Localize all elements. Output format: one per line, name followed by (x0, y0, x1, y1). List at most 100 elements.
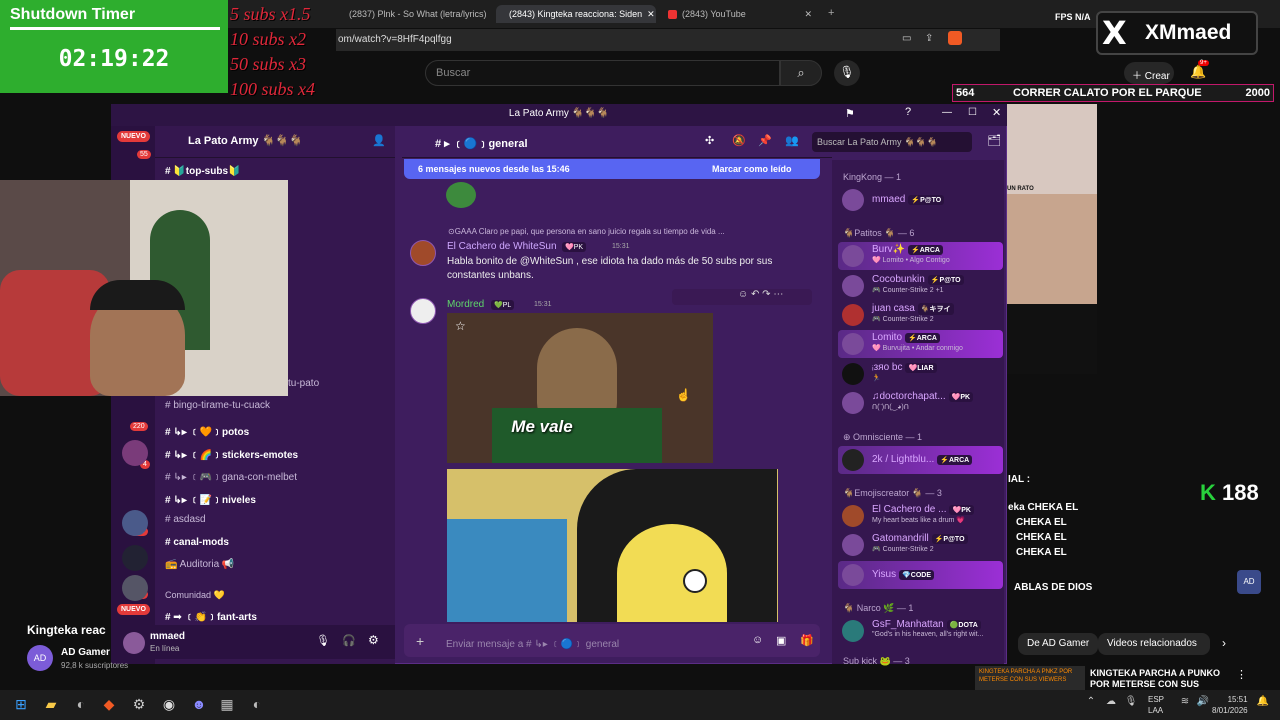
avatar[interactable] (123, 632, 145, 654)
member-row[interactable]: 2k / Lightblu... ⚡ARCA (838, 446, 1003, 474)
channel-niveles[interactable]: # ↳▸ ﹝📝﹞niveles (165, 491, 256, 506)
gif-icon[interactable]: ☺ (752, 634, 763, 646)
member-row[interactable]: juan casa 🐐キヲイ 🎮 Counter-Strike 2 (838, 301, 1003, 329)
mark-read-button[interactable]: Marcar como leído (712, 164, 792, 174)
search-icon[interactable]: ⌕ (780, 60, 822, 86)
member-row[interactable]: Lomito ⚡ARCA 🩷 Burvujita • Andar conmigo (838, 330, 1003, 358)
channel-canal-mods[interactable]: # canal-mods (165, 537, 229, 548)
inbox-icon[interactable]: 🗂 (987, 134, 1001, 147)
share-icon[interactable]: ⇪ (925, 33, 933, 44)
channel-tu-pato[interactable]: tu-pato (288, 378, 319, 389)
member-row[interactable]: ᵢзяο bc 🩷LIAR 🏃 (838, 360, 1003, 388)
server-icon[interactable] (122, 545, 148, 571)
avatar[interactable] (410, 298, 436, 324)
gif-image-cartoon[interactable] (447, 469, 778, 622)
member-row[interactable]: Yisus 💎CODE (838, 561, 1003, 589)
star-icon[interactable]: ☆ (455, 319, 466, 333)
server-name[interactable]: La Pato Army 🐐🐐🐐 (188, 134, 303, 147)
message-author[interactable]: Mordred (447, 299, 484, 310)
help-icon[interactable]: ? (905, 106, 911, 118)
channel-top-subs[interactable]: # 🔰top-subs🔰 (165, 166, 240, 177)
new-tab-button[interactable]: + (828, 7, 834, 19)
member-row[interactable]: GsF_Manhattan 🟢DOTA "God's in his heaven, … (838, 617, 1003, 645)
cloud-icon[interactable]: ☁ (1102, 696, 1120, 714)
input-language[interactable]: ESP LAA (1148, 694, 1164, 716)
more-icon[interactable]: ⋯ (773, 289, 783, 300)
tab-kingteka[interactable]: (2843) Kingteka reacciona: Siden ✕ (496, 5, 656, 23)
steam-icon[interactable]: ◐ (72, 696, 90, 714)
discord-icon[interactable]: ☻ (190, 696, 208, 714)
related-video-title[interactable]: KINGTEKA PARCHA A PUNKO POR METERSE CON … (1090, 668, 1230, 690)
app-icon[interactable]: ⚙ (130, 696, 148, 714)
microphone-icon[interactable]: 🎙 (834, 60, 860, 86)
youtube-search-input[interactable]: Buscar (425, 60, 780, 86)
channel-name[interactable]: AD Gamer (61, 647, 110, 658)
member-row[interactable]: Burv✨ ⚡ARCA 🩷 Lomito • Algo Contigo (838, 242, 1003, 270)
chevron-up-icon[interactable]: ⌃ (1082, 696, 1100, 714)
discord-search-input[interactable]: Buscar La Pato Army 🐐🐐🐐 (812, 132, 972, 152)
member-row[interactable]: mmaed ⚡P@TO (838, 186, 1003, 214)
microphone-icon[interactable]: 🎙 (316, 634, 330, 647)
gift-icon[interactable]: 🎁 (800, 634, 814, 647)
member-row[interactable]: ♫doctorchapat... 🩷PK ᑎ(¨)ᑎ(‿◕)ᑎ (838, 389, 1003, 417)
category-comunidad[interactable]: Comunidad 💛 (165, 590, 225, 601)
address-bar[interactable]: om/watch?v=8HfF4pqlfgg (336, 29, 1000, 51)
inbox-icon[interactable]: ⚑ (845, 107, 855, 120)
bell-icon[interactable]: 🔔 9+ (1190, 60, 1209, 82)
close-icon[interactable]: ✕ (992, 106, 1001, 119)
member-row[interactable]: Cocobunkin ⚡P@TO 🎮 Counter-Strike 2 +1 (838, 272, 1003, 300)
chip-related[interactable]: Videos relacionados (1098, 633, 1210, 655)
gear-icon[interactable]: ⚙ (368, 633, 379, 647)
reply-icon[interactable]: ↶ (751, 289, 759, 300)
steam-icon[interactable]: ◐ (248, 696, 266, 714)
member-row[interactable]: El Cachero de ... 🩷PK My heart beats like … (838, 502, 1003, 530)
channel-fant-arts[interactable]: # ➟ ﹝👏﹞fant-arts (165, 608, 257, 623)
server-icon[interactable] (122, 440, 148, 466)
mute-icon[interactable]: 🔕 (732, 134, 746, 147)
forward-icon[interactable]: ↷ (762, 289, 770, 300)
sticker-icon[interactable]: ▣ (776, 634, 786, 647)
members-icon[interactable]: 👥 (785, 134, 799, 147)
file-explorer-icon[interactable]: ▰ (42, 696, 60, 714)
channel-auditoria[interactable]: 📻 Auditoria 📢 (165, 559, 234, 570)
cast-icon[interactable]: ▭ (902, 33, 911, 44)
channel-gana-con-melbet[interactable]: # ↳▸ ﹝🎮﹞gana-con-melbet (165, 468, 297, 483)
brave-shield-icon[interactable] (948, 31, 962, 45)
maximize-icon[interactable]: ☐ (968, 107, 977, 118)
clock[interactable]: 15:51 8/01/2026 (1212, 694, 1248, 716)
add-reaction-icon[interactable]: ☺ (738, 289, 748, 300)
speaker-icon[interactable]: 🔊 (1194, 696, 1212, 714)
app-icon[interactable]: ▦ (218, 696, 236, 714)
headphones-icon[interactable]: 🎧 (342, 634, 356, 647)
pin-icon[interactable]: 📌 (758, 134, 772, 147)
video-title[interactable]: Kingteka reac (27, 623, 106, 637)
tab-plnk[interactable]: (2837) Plnk - So What (letra/lyrics) - (336, 5, 486, 23)
plus-icon[interactable]: + (416, 633, 424, 649)
channel-potos[interactable]: # ↳▸ ﹝🧡﹞potos (165, 423, 249, 438)
gif-image-me-vale[interactable]: ☆ (447, 313, 713, 463)
message-author[interactable]: El Cachero de WhiteSun (447, 241, 557, 252)
channel-avatar[interactable]: AD (27, 645, 53, 671)
chip-from-channel[interactable]: De AD Gamer (1018, 633, 1098, 655)
close-icon[interactable]: ✕ (804, 9, 812, 20)
reply-preview[interactable]: ⊙GAAA Claro pe papi, que persona en sano… (448, 225, 725, 239)
minimize-icon[interactable]: — (942, 107, 952, 118)
channel-bingo[interactable]: # bingo-tirame-tu-cuack (165, 400, 270, 411)
video-thumbnail[interactable]: KINGTEKA PARCHA A PNKZ POR METERSE CON S… (975, 666, 1085, 690)
member-row[interactable]: Gatomandrill ⚡P@TO 🎮 Counter-Strike 2 (838, 531, 1003, 559)
chevron-right-icon[interactable]: › (1222, 636, 1226, 650)
channel-asdasd[interactable]: # asdasd (165, 514, 206, 525)
notification-icon[interactable]: 🔔 (1254, 696, 1272, 714)
server-icon[interactable] (122, 510, 148, 536)
more-icon[interactable]: ⋮ (1236, 668, 1247, 681)
wifi-icon[interactable]: ≋ (1176, 696, 1194, 714)
obs-icon[interactable]: ◉ (160, 696, 178, 714)
tab-youtube[interactable]: (2843) YouTube ✕ (660, 5, 820, 23)
channel-stickers[interactable]: # ↳▸ ﹝🌈﹞stickers-emotes (165, 446, 298, 461)
avatar[interactable] (410, 240, 436, 266)
brave-icon[interactable]: ◆ (100, 696, 118, 714)
windows-start-icon[interactable]: ⊞ (12, 696, 30, 714)
add-friend-icon[interactable]: 👤 (372, 134, 386, 147)
server-icon[interactable] (122, 575, 148, 601)
create-button[interactable]: ＋ Crear (1124, 62, 1174, 84)
